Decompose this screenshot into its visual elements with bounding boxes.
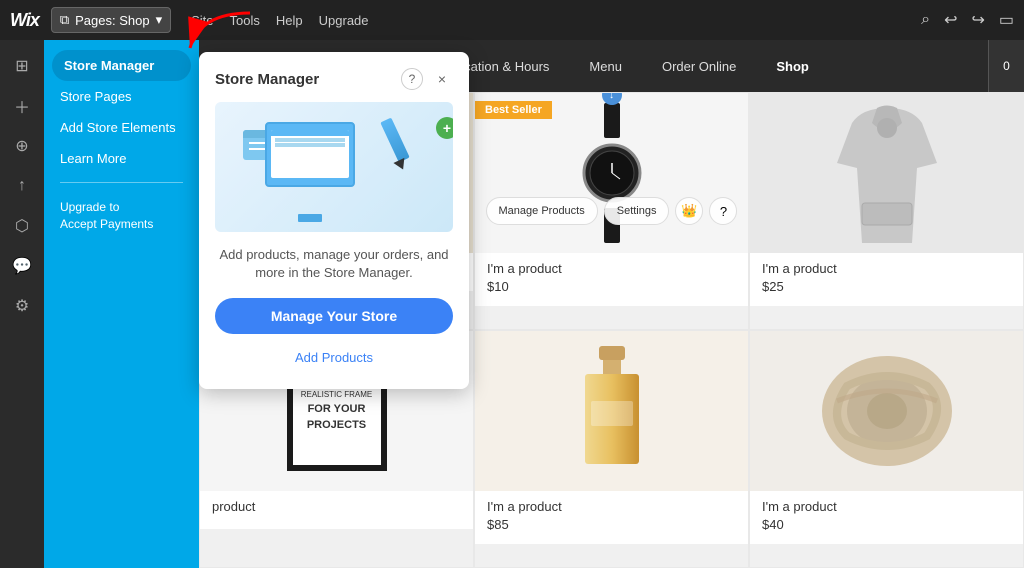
pages-button[interactable]: ⧉ Pages: Shop ▾ (51, 7, 171, 33)
sidebar-add-section-icon[interactable]: ⊕ (4, 128, 40, 164)
product-name-scarf: I'm a product (762, 499, 1011, 514)
pages-label: Pages: Shop (75, 13, 149, 28)
sidebar-pages-icon[interactable]: ⊞ (4, 48, 40, 84)
redo-icon[interactable]: ↪ (971, 10, 984, 30)
blue-panel-learn-more[interactable]: Learn More (44, 143, 199, 174)
illus-monitor (265, 122, 355, 187)
sidebar-build-icon[interactable]: ⚙ (4, 288, 40, 324)
best-seller-badge: Best Seller (475, 101, 552, 119)
product-name-perfume: I'm a product (487, 499, 736, 514)
illus-pencil (380, 118, 409, 163)
product-overlay: Manage Products Settings 👑 ? (486, 197, 738, 225)
add-products-button[interactable]: Add Products (215, 342, 453, 373)
product-price-scarf: $40 (762, 517, 1011, 532)
tools-nav-item[interactable]: Tools (230, 13, 260, 28)
illus-stand (298, 214, 322, 222)
top-bar-right: ⌕ ↩ ↪ ▭ (921, 10, 1014, 30)
product-info-scarf: I'm a product $40 (750, 491, 1023, 544)
site-nav-item[interactable]: Site (191, 13, 213, 28)
settings-overlay-btn[interactable]: Settings (604, 197, 670, 225)
top-bar-nav: Site Tools Help Upgrade (191, 13, 368, 28)
crown-overlay-btn[interactable]: 👑 (675, 197, 703, 225)
product-info-hoodie: I'm a product $25 (750, 253, 1023, 306)
blue-panel-divider (60, 182, 183, 183)
popup-help-button[interactable]: ? (401, 68, 423, 90)
product-name-watch: I'm a product (487, 261, 736, 276)
top-bar: Wix ⧉ Pages: Shop ▾ Site Tools Help Upgr… (0, 0, 1024, 40)
blue-panel-upgrade[interactable]: Upgrade toAccept Payments (44, 191, 199, 241)
sidebar-add-icon[interactable]: ＋ (4, 88, 40, 124)
popup-header: Store Manager ? × (215, 68, 453, 90)
product-name-frame: product (212, 499, 461, 514)
popup-close-button[interactable]: × (431, 68, 453, 90)
popup-actions: ? × (401, 68, 453, 90)
manage-your-store-button[interactable]: Manage Your Store (215, 298, 453, 334)
hoodie-image (822, 103, 952, 243)
undo-icon[interactable]: ↩ (944, 10, 957, 30)
manage-products-overlay-btn[interactable]: Manage Products (486, 197, 598, 225)
product-name-hoodie: I'm a product (762, 261, 1011, 276)
product-info-frame: product (200, 491, 473, 529)
illus-plus-icon: + (436, 117, 453, 139)
help-nav-item[interactable]: Help (276, 13, 303, 28)
sidebar-chat-icon[interactable]: 💬 (4, 248, 40, 284)
chevron-down-icon: ▾ (156, 12, 163, 28)
product-card-scarf: I'm a product $40 (749, 330, 1024, 568)
product-price-perfume: $85 (487, 517, 736, 532)
sidebar-upload-icon[interactable]: ↑ (4, 168, 40, 204)
product-info-perfume: I'm a product $85 (475, 491, 748, 544)
blue-panel-store-pages[interactable]: Store Pages (44, 81, 199, 112)
copy-icon: ⧉ (60, 12, 69, 28)
left-sidebar: ⊞ ＋ ⊕ ↑ ⬡ 💬 ⚙ (0, 40, 44, 568)
store-illustration: + (215, 102, 453, 232)
nav-order-online[interactable]: Order Online (662, 59, 736, 74)
cart-badge[interactable]: 0 (988, 40, 1024, 92)
popup-title: Store Manager (215, 71, 319, 88)
illus-pencil-tip (393, 158, 408, 172)
scarf-image (817, 346, 957, 476)
mobile-icon[interactable]: ▭ (999, 10, 1014, 30)
upgrade-nav-item[interactable]: Upgrade (319, 13, 369, 28)
nav-shop[interactable]: Shop (776, 59, 809, 74)
product-info-watch: I'm a product $10 (475, 253, 748, 306)
product-card-hoodie: I'm a product $25 (749, 92, 1024, 330)
search-icon[interactable]: ⌕ (921, 11, 930, 29)
help-overlay-btn[interactable]: ? (709, 197, 737, 225)
blue-panel-add-store-elements[interactable]: Add Store Elements (44, 112, 199, 143)
frame-text: REALISTIC FRAMEFOR YOURPROJECTS (301, 389, 373, 434)
blue-panel-store-manager[interactable]: Store Manager (52, 50, 191, 81)
perfume-image (577, 346, 647, 476)
popup-description: Add products, manage your orders, and mo… (215, 246, 453, 282)
sidebar-app-icon[interactable]: ⬡ (4, 208, 40, 244)
wix-logo: Wix (10, 10, 39, 31)
nav-menu[interactable]: Menu (589, 59, 622, 74)
store-manager-popup: Store Manager ? × + Add products, manage… (199, 52, 469, 389)
blue-panel: Store Manager Store Pages Add Store Elem… (44, 40, 199, 568)
product-card-perfume: I'm a product $85 (474, 330, 749, 568)
product-price-hoodie: $25 (762, 279, 1011, 294)
product-price-watch: $10 (487, 279, 736, 294)
product-card-watch: Best Seller ↓ Manage Products Settings 👑… (474, 92, 749, 330)
